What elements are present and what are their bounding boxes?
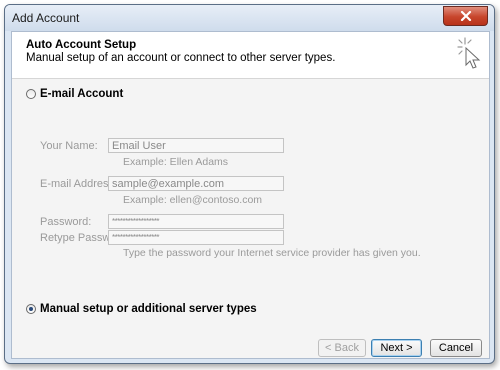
dialog-header: Auto Account Setup Manual setup of an ac… — [12, 32, 489, 79]
cancel-button[interactable]: Cancel — [430, 339, 482, 357]
close-icon — [460, 11, 471, 21]
header-title: Auto Account Setup — [26, 39, 137, 51]
email-account-label: E-mail Account — [40, 88, 124, 100]
password-hint: Type the password your Internet service … — [123, 247, 421, 259]
email-account-radio[interactable] — [26, 89, 36, 99]
title-bar: Add Account — [5, 5, 494, 31]
email-account-option[interactable]: E-mail Account — [26, 88, 123, 100]
email-address-label: E-mail Address: — [40, 178, 118, 190]
password-label: Password: — [40, 216, 92, 228]
your-name-label: Your Name: — [40, 140, 98, 152]
add-account-dialog: Add Account Auto Account Setup Manual se… — [4, 4, 495, 364]
retype-password-input[interactable] — [108, 230, 284, 245]
manual-setup-option[interactable]: Manual setup or additional server types — [26, 303, 257, 315]
manual-setup-label: Manual setup or additional server types — [40, 303, 257, 315]
sparkle-cursor-icon — [457, 37, 481, 69]
manual-setup-radio[interactable] — [26, 304, 36, 314]
header-subtitle: Manual setup of an account or connect to… — [26, 52, 336, 64]
email-address-hint: Example: ellen@contoso.com — [123, 194, 263, 206]
email-address-input[interactable] — [108, 176, 284, 191]
window-title: Add Account — [12, 11, 80, 25]
close-button[interactable] — [443, 6, 488, 26]
password-input[interactable] — [108, 214, 284, 229]
back-button[interactable]: < Back — [318, 339, 366, 357]
your-name-hint: Example: Ellen Adams — [123, 156, 229, 168]
dialog-body: Auto Account Setup Manual setup of an ac… — [11, 31, 490, 359]
next-button[interactable]: Next > — [371, 339, 422, 357]
your-name-input[interactable] — [108, 138, 284, 153]
